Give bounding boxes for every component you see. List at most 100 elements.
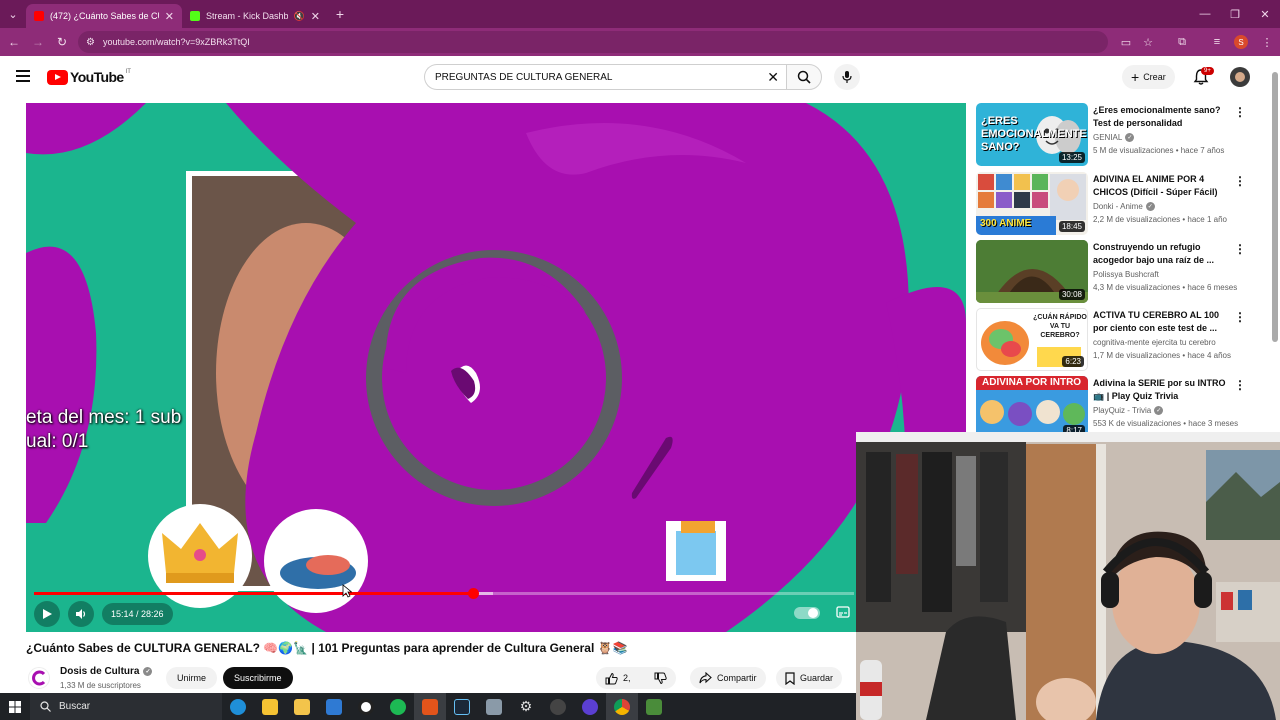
recommendation-channel[interactable]: GENIAL ✓ <box>1093 133 1135 142</box>
taskbar-app-green[interactable] <box>638 693 670 720</box>
recommendation-channel[interactable]: Polissya Bushcraft <box>1093 270 1159 279</box>
recommendation-title[interactable]: ADIVINA EL ANIME POR 4 CHICOS (Difícil -… <box>1093 173 1229 200</box>
more-actions-icon[interactable]: ⋮ <box>1234 174 1246 188</box>
muted-speaker-icon[interactable]: 🔇 <box>294 11 305 22</box>
recommendation-channel[interactable]: cognitiva-mente ejercita tu cerebro <box>1093 338 1216 347</box>
taskbar-settings[interactable]: ⚙ <box>510 693 542 720</box>
taskbar-app-gray[interactable] <box>478 693 510 720</box>
share-button[interactable]: Compartir <box>690 667 766 689</box>
taskbar-explorer[interactable] <box>286 693 318 720</box>
more-actions-icon[interactable]: ⋮ <box>1234 105 1246 119</box>
channel-avatar[interactable] <box>28 667 50 689</box>
video-player[interactable]: eta del mes: 1 sub ual: 0/1 15:14 / 28:2… <box>26 103 966 632</box>
media-controls-icon[interactable]: ≡ <box>1206 28 1228 56</box>
spotify-icon <box>390 698 406 715</box>
taskbar-app-orange[interactable] <box>414 693 446 720</box>
taskbar-store[interactable] <box>254 693 286 720</box>
channel-name: Dosis de Cultura <box>60 666 140 677</box>
subtitles-icon[interactable] <box>836 606 850 618</box>
taskbar-edge[interactable] <box>222 693 254 720</box>
channel-name: PlayQuiz - Trivia <box>1093 406 1152 415</box>
recommendation-title[interactable]: ACTIVA TU CEREBRO AL 100 por ciento con … <box>1093 309 1229 335</box>
join-button[interactable]: Unirme <box>166 667 218 689</box>
bookmark-star-icon[interactable]: ☆ <box>1137 28 1159 56</box>
recommendation-thumbnail[interactable]: ADIVINA POR INTRO 8:17 <box>976 376 1088 439</box>
recommendation-item[interactable]: ADIVINA POR INTRO 8:17 Adivina la SERIE … <box>976 376 1266 440</box>
youtube-logo[interactable]: YouTube IT <box>47 69 131 85</box>
taskbar-chrome[interactable] <box>606 693 638 720</box>
tab-search-chevron-icon[interactable]: ⌄ <box>0 0 26 28</box>
more-actions-icon[interactable]: ⋮ <box>1234 242 1246 256</box>
cast-icon[interactable]: ▭ <box>1115 28 1137 56</box>
channel-name: Donki - Anime <box>1093 202 1143 211</box>
tab-title: Stream - Kick Dashboard <box>206 11 288 21</box>
recommendation-channel[interactable]: Donki - Anime ✓ <box>1093 202 1155 211</box>
close-tab-icon[interactable]: ✕ <box>311 10 320 23</box>
taskbar-obs[interactable] <box>350 693 382 720</box>
verified-check-icon: ✓ <box>143 667 153 676</box>
recommendation-thumbnail[interactable]: ¿ERES EMOCIONALMENTE SANO? 13:25 <box>976 103 1088 166</box>
page-scrollbar[interactable] <box>1270 62 1280 432</box>
subscriber-count: 1,33 M de suscriptores <box>60 681 141 690</box>
subscribe-button[interactable]: Suscribirme <box>223 667 293 689</box>
browser-menu-icon[interactable]: ⋮ <box>1256 28 1278 56</box>
recommendation-item[interactable]: 300 ANIME 18:45 ADIVINA EL ANIME POR 4 C… <box>976 172 1266 236</box>
youtube-play-logo-icon <box>47 69 68 85</box>
webcam-overlay <box>856 432 1280 720</box>
more-actions-icon[interactable]: ⋮ <box>1234 378 1246 392</box>
recommendation-item[interactable]: 30:08 Construyendo un refugio acogedor b… <box>976 240 1266 304</box>
scrubber-handle[interactable] <box>467 588 479 599</box>
microphone-icon <box>842 71 852 83</box>
close-window-button[interactable]: ✕ <box>1248 0 1280 28</box>
new-tab-button[interactable]: + <box>328 6 352 22</box>
like-dislike-button[interactable]: 2, <box>596 667 676 689</box>
taskbar-app-dark[interactable] <box>542 693 574 720</box>
extensions-icon[interactable]: ⧉ <box>1171 28 1193 56</box>
tab-kick[interactable]: Stream - Kick Dashboard 🔇 ✕ <box>182 4 328 28</box>
recommendation-item[interactable]: ¿CUÁN RÁPIDO VA TU CEREBRO? 6:23 ACTIVA … <box>976 308 1266 372</box>
verified-check-icon: ✓ <box>1145 202 1155 211</box>
guide-menu-icon[interactable] <box>16 70 30 82</box>
close-tab-icon[interactable]: ✕ <box>165 10 174 23</box>
save-button[interactable]: Guardar <box>776 667 843 689</box>
taskbar-steam[interactable] <box>446 693 478 720</box>
taskbar-spotify[interactable] <box>382 693 414 720</box>
recommendation-title[interactable]: Construyendo un refugio acogedor bajo un… <box>1093 241 1229 267</box>
forward-button[interactable]: → <box>26 28 50 56</box>
minimize-button[interactable]: — <box>1188 0 1222 28</box>
recommendation-thumbnail[interactable]: ¿CUÁN RÁPIDO VA TU CEREBRO? 6:23 <box>976 308 1088 371</box>
progress-bar[interactable] <box>34 588 854 599</box>
restore-button[interactable]: ❐ <box>1218 0 1252 28</box>
scrollbar-thumb[interactable] <box>1272 72 1278 342</box>
back-button[interactable]: ← <box>2 28 26 56</box>
taskbar-mail[interactable] <box>318 693 350 720</box>
autoplay-toggle[interactable] <box>794 607 820 619</box>
recommendation-title[interactable]: ¿Eres emocionalmente sano? Test de perso… <box>1093 104 1229 130</box>
recommendation-title[interactable]: Adivina la SERIE por su INTRO 📺 | Play Q… <box>1093 377 1229 403</box>
more-actions-icon[interactable]: ⋮ <box>1234 310 1246 324</box>
address-bar[interactable]: ⚙ youtube.com/watch?v=9xZBRk3TtQI <box>78 31 1108 53</box>
url-text: youtube.com/watch?v=9xZBRk3TtQI <box>102 37 250 47</box>
recommendation-channel[interactable]: PlayQuiz - Trivia ✓ <box>1093 406 1164 415</box>
account-avatar[interactable] <box>1230 67 1250 87</box>
thumbs-down-icon[interactable] <box>654 672 667 685</box>
recommendation-thumbnail[interactable]: 300 ANIME 18:45 <box>976 172 1088 235</box>
reload-button[interactable]: ↻ <box>50 28 74 56</box>
clear-search-icon[interactable]: ✕ <box>767 69 779 86</box>
start-button[interactable] <box>0 693 30 720</box>
site-info-icon[interactable]: ⚙ <box>86 37 95 48</box>
channel-name-link[interactable]: Dosis de Cultura ✓ <box>60 666 153 677</box>
profile-button[interactable]: S <box>1230 28 1252 56</box>
recommendation-thumbnail[interactable]: 30:08 <box>976 240 1088 303</box>
create-button[interactable]: + Crear <box>1122 65 1175 89</box>
tab-youtube[interactable]: (472) ¿Cuánto Sabes de CULTURA ✕ <box>26 4 182 28</box>
taskbar-search-box[interactable]: Buscar <box>30 693 222 720</box>
volume-button[interactable] <box>68 601 94 627</box>
search-input[interactable]: PREGUNTAS DE CULTURA GENERAL ✕ <box>424 64 787 90</box>
search-button[interactable] <box>786 64 822 90</box>
recommendation-item[interactable]: ¿ERES EMOCIONALMENTE SANO? 13:25 ¿Eres e… <box>976 103 1266 167</box>
play-button[interactable] <box>34 601 60 627</box>
taskbar-app-purple[interactable] <box>574 693 606 720</box>
voice-search-button[interactable] <box>834 64 860 90</box>
obs-icon <box>358 698 374 715</box>
